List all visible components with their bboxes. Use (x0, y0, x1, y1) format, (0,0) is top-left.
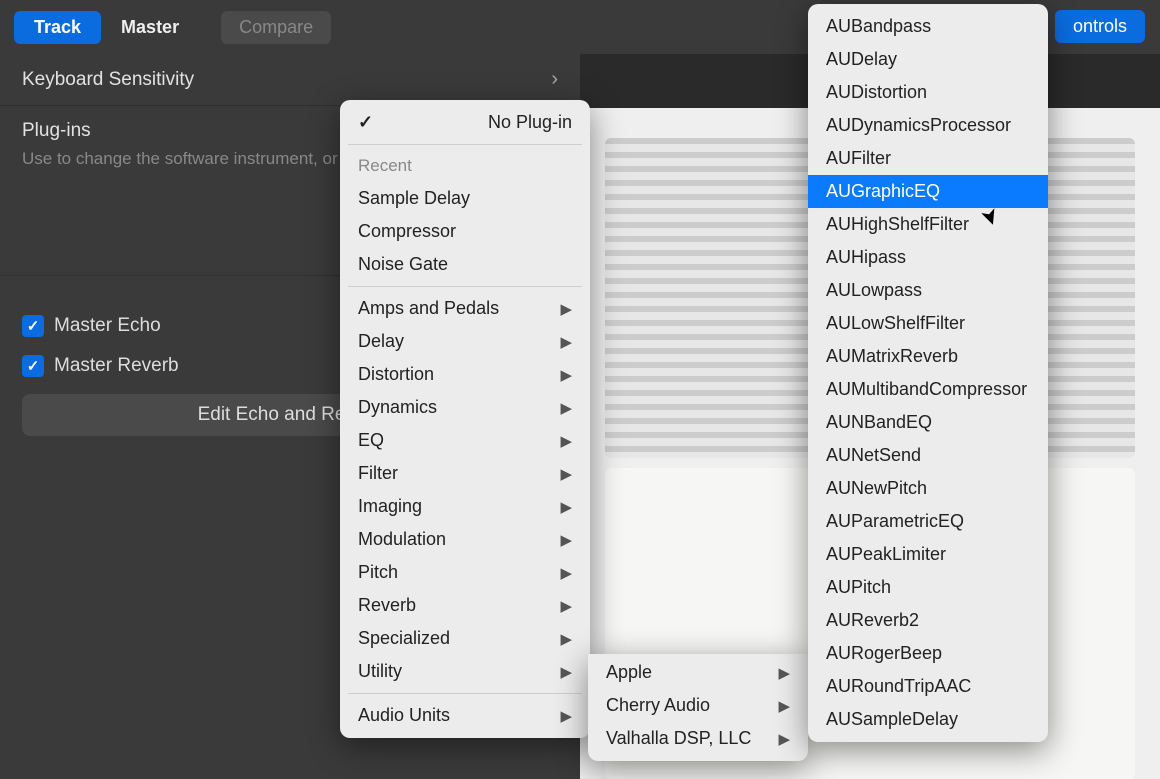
menu-item-au-plugin[interactable]: AUNewPitch (808, 472, 1048, 505)
menu-separator (348, 286, 582, 287)
menu-item-label: Apple (606, 662, 652, 683)
chevron-right-icon: ▶ (560, 333, 572, 351)
controls-button[interactable]: ontrols (1055, 10, 1145, 43)
menu-item-category[interactable]: Delay ▶ (340, 325, 590, 358)
menu-item-au-plugin[interactable]: AUMatrixReverb (808, 340, 1048, 373)
menu-item-label: Pitch (358, 562, 398, 583)
apple-au-plugin-menu: AUBandpassAUDelayAUDistortionAUDynamicsP… (808, 4, 1048, 742)
menu-item-au-plugin[interactable]: AURogerBeep (808, 637, 1048, 670)
menu-item-category[interactable]: Utility ▶ (340, 655, 590, 688)
menu-item-au-plugin[interactable]: AUSampleDelay (808, 703, 1048, 736)
menu-item-category[interactable]: Modulation ▶ (340, 523, 590, 556)
menu-item-au-plugin[interactable]: AUDistortion (808, 76, 1048, 109)
menu-item-vendor[interactable]: Valhalla DSP, LLC ▶ (588, 722, 808, 755)
menu-item-au-plugin[interactable]: AUHipass (808, 241, 1048, 274)
menu-item-label: Specialized (358, 628, 450, 649)
track-tab[interactable]: Track (14, 11, 101, 44)
menu-item-label: Amps and Pedals (358, 298, 499, 319)
menu-item-au-plugin[interactable]: AUFilter (808, 142, 1048, 175)
track-master-segment: Track Master (14, 11, 199, 44)
chevron-right-icon: ▶ (560, 498, 572, 516)
menu-item-audio-units[interactable]: Audio Units ▶ (340, 699, 590, 732)
menu-item-label: Audio Units (358, 705, 450, 726)
menu-item-au-plugin[interactable]: AUParametricEQ (808, 505, 1048, 538)
menu-item-recent[interactable]: Sample Delay (340, 182, 590, 215)
chevron-right-icon: ▶ (560, 564, 572, 582)
keyboard-sensitivity-label: Keyboard Sensitivity (22, 69, 194, 91)
chevron-right-icon: ▶ (778, 730, 790, 748)
chevron-right-icon: › (551, 68, 558, 91)
menu-item-label: Valhalla DSP, LLC (606, 728, 751, 749)
master-tab[interactable]: Master (101, 11, 199, 44)
menu-item-category[interactable]: Amps and Pedals ▶ (340, 292, 590, 325)
master-echo-checkbox[interactable]: ✓ (22, 315, 44, 337)
chevron-right-icon: ▶ (560, 630, 572, 648)
menu-item-au-plugin[interactable]: AUGraphicEQ (808, 175, 1048, 208)
menu-item-au-plugin[interactable]: AUHighShelfFilter (808, 208, 1048, 241)
menu-separator (348, 693, 582, 694)
menu-item-au-plugin[interactable]: AUPeakLimiter (808, 538, 1048, 571)
chevron-right-icon: ▶ (560, 707, 572, 725)
menu-item-au-plugin[interactable]: AUReverb2 (808, 604, 1048, 637)
menu-item-vendor[interactable]: Apple ▶ (588, 656, 808, 689)
menu-item-au-plugin[interactable]: AULowShelfFilter (808, 307, 1048, 340)
plugin-category-menu: No Plug-in Recent Sample DelayCompressor… (340, 100, 590, 738)
menu-item-category[interactable]: Distortion ▶ (340, 358, 590, 391)
menu-item-vendor[interactable]: Cherry Audio ▶ (588, 689, 808, 722)
menu-item-au-plugin[interactable]: AUBandpass (808, 10, 1048, 43)
chevron-right-icon: ▶ (560, 366, 572, 384)
master-reverb-checkbox[interactable]: ✓ (22, 355, 44, 377)
menu-item-au-plugin[interactable]: AUDelay (808, 43, 1048, 76)
menu-item-label: Distortion (358, 364, 434, 385)
chevron-right-icon: ▶ (560, 300, 572, 318)
menu-item-category[interactable]: Pitch ▶ (340, 556, 590, 589)
menu-item-au-plugin[interactable]: AUNBandEQ (808, 406, 1048, 439)
menu-item-label: EQ (358, 430, 384, 451)
keyboard-sensitivity-row[interactable]: Keyboard Sensitivity › (0, 54, 580, 106)
menu-header-recent: Recent (340, 150, 590, 182)
master-echo-label: Master Echo (54, 315, 161, 337)
menu-item-au-plugin[interactable]: AUDynamicsProcessor (808, 109, 1048, 142)
menu-item-au-plugin[interactable]: AUMultibandCompressor (808, 373, 1048, 406)
menu-item-label: Dynamics (358, 397, 437, 418)
menu-item-label: Reverb (358, 595, 416, 616)
menu-item-label: Modulation (358, 529, 446, 550)
menu-item-category[interactable]: EQ ▶ (340, 424, 590, 457)
menu-item-category[interactable]: Imaging ▶ (340, 490, 590, 523)
menu-item-label: Filter (358, 463, 398, 484)
chevron-right-icon: ▶ (778, 697, 790, 715)
compare-button[interactable]: Compare (221, 11, 331, 44)
menu-item-au-plugin[interactable]: AURoundTripAAC (808, 670, 1048, 703)
menu-item-category[interactable]: Filter ▶ (340, 457, 590, 490)
menu-item-label: Imaging (358, 496, 422, 517)
chevron-right-icon: ▶ (560, 399, 572, 417)
chevron-right-icon: ▶ (560, 432, 572, 450)
chevron-right-icon: ▶ (560, 465, 572, 483)
chevron-right-icon: ▶ (560, 531, 572, 549)
plugins-title: Plug-ins (22, 120, 91, 142)
menu-separator (348, 144, 582, 145)
menu-item-category[interactable]: Specialized ▶ (340, 622, 590, 655)
audio-units-vendor-menu: Apple ▶ Cherry Audio ▶ Valhalla DSP, LLC ▶ (588, 654, 808, 761)
chevron-right-icon: ▶ (560, 663, 572, 681)
menu-item-no-plugin[interactable]: No Plug-in (340, 106, 590, 139)
menu-item-label: Utility (358, 661, 402, 682)
menu-item-recent[interactable]: Noise Gate (340, 248, 590, 281)
chevron-right-icon: ▶ (778, 664, 790, 682)
menu-item-label: Cherry Audio (606, 695, 710, 716)
menu-item-category[interactable]: Dynamics ▶ (340, 391, 590, 424)
menu-item-au-plugin[interactable]: AUNetSend (808, 439, 1048, 472)
master-reverb-label: Master Reverb (54, 355, 179, 377)
chevron-right-icon: ▶ (560, 597, 572, 615)
menu-item-category[interactable]: Reverb ▶ (340, 589, 590, 622)
menu-item-label: Delay (358, 331, 404, 352)
menu-item-recent[interactable]: Compressor (340, 215, 590, 248)
menu-item-au-plugin[interactable]: AUPitch (808, 571, 1048, 604)
menu-item-au-plugin[interactable]: AULowpass (808, 274, 1048, 307)
